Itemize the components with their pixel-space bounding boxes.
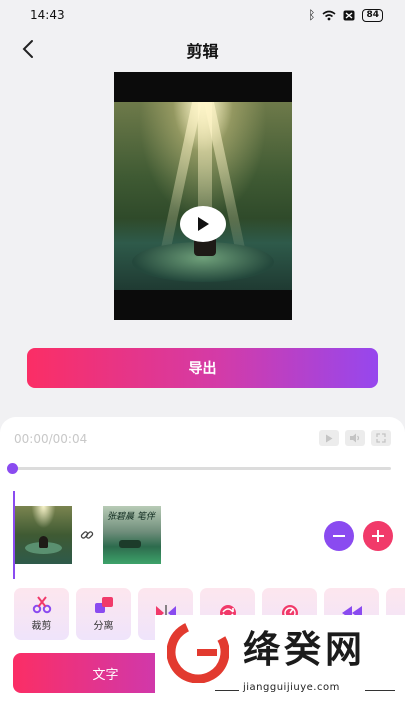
play-small-button[interactable]: [319, 430, 339, 446]
watermark-logo: [167, 621, 229, 683]
minus-icon: [333, 535, 345, 537]
watermark-name: 绛癸网: [243, 628, 366, 671]
timeline-clip-2[interactable]: 张碧晨 笔伴: [103, 506, 161, 564]
timeline-clip-1[interactable]: [15, 506, 72, 564]
timecode: 00:00/00:04: [14, 432, 88, 446]
preview-controls: [319, 430, 391, 446]
fullscreen-button[interactable]: [371, 430, 391, 446]
battery-icon: 84: [362, 8, 383, 22]
watermark: 绛癸网 jiangguijiuye.com: [155, 615, 405, 706]
plus-icon: [372, 530, 384, 542]
zoom-out-button[interactable]: [324, 521, 354, 551]
play-icon: [198, 217, 209, 231]
scissors-icon: [32, 596, 51, 614]
tool-crop[interactable]: 裁剪: [14, 588, 69, 640]
wifi-icon: [322, 10, 336, 20]
video-frame: [114, 102, 292, 290]
play-icon: [326, 434, 333, 442]
link-icon[interactable]: [80, 528, 94, 542]
status-icons: ᛒ 84: [308, 8, 383, 22]
watermark-line: [365, 690, 395, 691]
export-button[interactable]: 导出: [27, 348, 378, 388]
bluetooth-icon: ᛒ: [308, 8, 316, 22]
status-time: 14:43: [30, 8, 65, 22]
play-button[interactable]: [180, 206, 226, 242]
tool-split[interactable]: 分离: [76, 588, 131, 640]
volume-button[interactable]: [345, 430, 365, 446]
watermark-url: jiangguijiuye.com: [243, 682, 340, 693]
header: 剪辑: [0, 33, 405, 67]
volume-icon: [350, 433, 360, 443]
progress-track[interactable]: [12, 467, 391, 470]
clip-figures: [119, 540, 141, 548]
clip-person: [39, 536, 48, 548]
split-icon: [94, 597, 113, 613]
sim-off-icon: [343, 10, 355, 20]
page-title: 剪辑: [186, 42, 219, 61]
status-bar: 14:43 ᛒ 84: [0, 0, 405, 30]
clip-overlay-text: 张碧晨 笔伴: [107, 512, 155, 522]
tool-label: 分离: [93, 621, 114, 632]
watermark-line: [215, 690, 239, 691]
add-clip-button[interactable]: [363, 521, 393, 551]
video-preview[interactable]: [114, 72, 292, 320]
progress-thumb[interactable]: [7, 463, 18, 474]
tool-label: 裁剪: [31, 621, 52, 632]
fullscreen-icon: [376, 433, 386, 443]
